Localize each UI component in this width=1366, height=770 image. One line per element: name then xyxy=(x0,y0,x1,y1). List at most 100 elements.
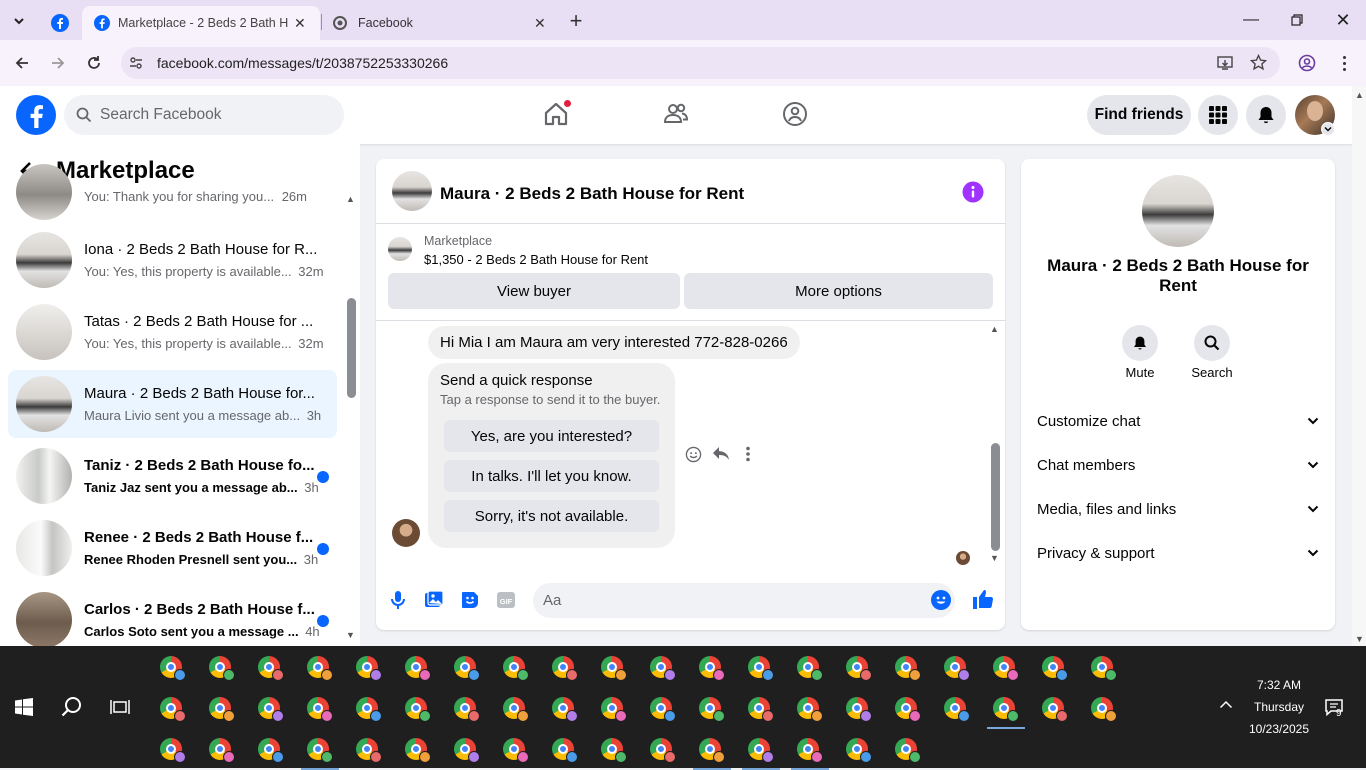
chrome-window-button[interactable] xyxy=(356,738,382,764)
chrome-window-button[interactable] xyxy=(503,738,529,764)
sender-avatar[interactable] xyxy=(392,519,420,547)
chrome-window-button[interactable] xyxy=(552,656,578,682)
minimize-button[interactable]: — xyxy=(1228,0,1274,40)
browser-menu-button[interactable] xyxy=(1334,53,1354,73)
more-options-button[interactable]: More options xyxy=(684,273,993,309)
notification-center-button[interactable]: 9 xyxy=(1324,698,1344,719)
thumbs-up-icon[interactable] xyxy=(972,588,994,610)
chrome-window-button[interactable] xyxy=(405,697,431,723)
chrome-window-button[interactable] xyxy=(307,738,333,764)
conversation-item[interactable]: Taniz · 2 Beds 2 Bath House fo... Taniz … xyxy=(8,442,337,510)
chrome-window-button[interactable] xyxy=(650,738,676,764)
clock-time[interactable]: 7:32 AM xyxy=(1240,678,1318,692)
chrome-window-button[interactable] xyxy=(601,738,627,764)
chrome-window-button[interactable] xyxy=(797,697,823,723)
chrome-window-button[interactable] xyxy=(552,738,578,764)
react-emoji-icon[interactable] xyxy=(685,446,702,463)
chrome-window-button[interactable] xyxy=(797,656,823,682)
chat-members-section[interactable]: Chat members xyxy=(1037,450,1319,480)
chrome-window-button[interactable] xyxy=(895,738,921,764)
forward-button[interactable] xyxy=(44,49,72,77)
chrome-window-button[interactable] xyxy=(748,656,774,682)
chrome-window-button[interactable] xyxy=(405,656,431,682)
account-menu-chevron[interactable] xyxy=(1321,122,1335,136)
address-bar[interactable]: facebook.com/messages/t/2038752253330266 xyxy=(121,47,1280,79)
page-scrollbar[interactable]: ▲ ▼ xyxy=(1352,86,1366,646)
search-chat-button[interactable] xyxy=(1194,325,1230,361)
chat-title[interactable]: Maura · 2 Beds 2 Bath House for Rent xyxy=(440,184,744,204)
chrome-window-button[interactable] xyxy=(209,697,235,723)
chrome-window-button[interactable] xyxy=(1091,697,1117,723)
sticker-icon[interactable] xyxy=(460,590,480,610)
chrome-window-button[interactable] xyxy=(160,656,186,682)
chrome-window-button[interactable] xyxy=(160,738,186,764)
privacy-support-section[interactable]: Privacy & support xyxy=(1037,538,1319,568)
more-actions-icon[interactable] xyxy=(745,446,751,462)
chrome-window-button[interactable] xyxy=(454,697,480,723)
nav-home[interactable] xyxy=(536,96,576,132)
chrome-window-button[interactable] xyxy=(454,656,480,682)
new-tab-button[interactable]: + xyxy=(563,8,589,34)
close-tab-icon[interactable]: ✕ xyxy=(534,15,546,32)
search-icon[interactable] xyxy=(61,696,83,718)
chrome-window-button[interactable] xyxy=(209,656,235,682)
view-buyer-button[interactable]: View buyer xyxy=(388,273,680,309)
scroll-up-arrow[interactable]: ▲ xyxy=(990,324,999,334)
scroll-down-arrow[interactable]: ▼ xyxy=(346,630,355,640)
message-bubble[interactable]: Hi Mia I am Maura am very interested 772… xyxy=(428,326,800,359)
chrome-window-button[interactable] xyxy=(699,738,725,764)
chrome-window-button[interactable] xyxy=(503,697,529,723)
listing-title[interactable]: $1,350 - 2 Beds 2 Bath House for Rent xyxy=(424,252,648,267)
close-tab-icon[interactable]: ✕ xyxy=(294,15,306,32)
find-friends-button[interactable]: Find friends xyxy=(1087,95,1191,135)
media-files-links-section[interactable]: Media, files and links xyxy=(1037,494,1319,524)
back-button[interactable] xyxy=(8,49,36,77)
chrome-window-button[interactable] xyxy=(944,697,970,723)
quick-response-yes-button[interactable]: Yes, are you interested? xyxy=(444,420,659,452)
chrome-window-button[interactable] xyxy=(797,738,823,764)
chrome-window-button[interactable] xyxy=(846,656,872,682)
chrome-window-button[interactable] xyxy=(748,697,774,723)
scroll-up-arrow[interactable]: ▲ xyxy=(346,194,355,204)
nav-groups[interactable] xyxy=(775,96,815,132)
chrome-window-button[interactable] xyxy=(356,697,382,723)
chrome-window-button[interactable] xyxy=(552,697,578,723)
chrome-window-button[interactable] xyxy=(601,697,627,723)
chrome-window-button[interactable] xyxy=(944,656,970,682)
show-hidden-icons-button[interactable] xyxy=(1219,699,1233,709)
chrome-window-button[interactable] xyxy=(895,697,921,723)
reply-icon[interactable] xyxy=(712,446,730,462)
tab-search-button[interactable] xyxy=(6,8,32,34)
notifications-button[interactable] xyxy=(1246,95,1286,135)
chrome-window-button[interactable] xyxy=(258,697,284,723)
chrome-window-button[interactable] xyxy=(1091,656,1117,682)
windows-start-icon[interactable] xyxy=(15,698,33,716)
chrome-window-button[interactable] xyxy=(846,697,872,723)
customize-chat-section[interactable]: Customize chat xyxy=(1037,406,1319,436)
profile-icon[interactable] xyxy=(1298,54,1316,72)
emoji-icon[interactable] xyxy=(931,590,951,610)
chrome-window-button[interactable] xyxy=(650,656,676,682)
facebook-logo-icon[interactable] xyxy=(16,95,56,135)
chrome-window-button[interactable] xyxy=(209,738,235,764)
chrome-window-button[interactable] xyxy=(748,738,774,764)
conversation-item-selected[interactable]: Maura · 2 Beds 2 Bath House for... Maura… xyxy=(8,370,337,438)
restore-button[interactable] xyxy=(1274,0,1320,40)
scroll-down-arrow[interactable]: ▼ xyxy=(990,553,999,563)
info-icon[interactable] xyxy=(962,181,984,203)
microphone-icon[interactable] xyxy=(390,590,406,610)
chrome-window-button[interactable] xyxy=(993,697,1019,723)
chrome-window-button[interactable] xyxy=(258,738,284,764)
conversation-list-scrollbar[interactable] xyxy=(347,298,356,398)
chrome-window-button[interactable] xyxy=(307,656,333,682)
chrome-window-button[interactable] xyxy=(160,697,186,723)
gif-icon[interactable]: GIF xyxy=(496,590,516,610)
nav-friends[interactable] xyxy=(656,96,696,132)
site-info-icon[interactable] xyxy=(129,56,143,70)
conversation-item[interactable]: Renee · 2 Beds 2 Bath House f... Renee R… xyxy=(8,514,337,582)
chrome-window-button[interactable] xyxy=(405,738,431,764)
search-facebook-input[interactable]: Search Facebook xyxy=(64,95,344,135)
chat-thumbnail[interactable] xyxy=(392,171,432,211)
close-window-button[interactable]: ✕ xyxy=(1320,0,1366,40)
photo-icon[interactable] xyxy=(424,590,444,610)
